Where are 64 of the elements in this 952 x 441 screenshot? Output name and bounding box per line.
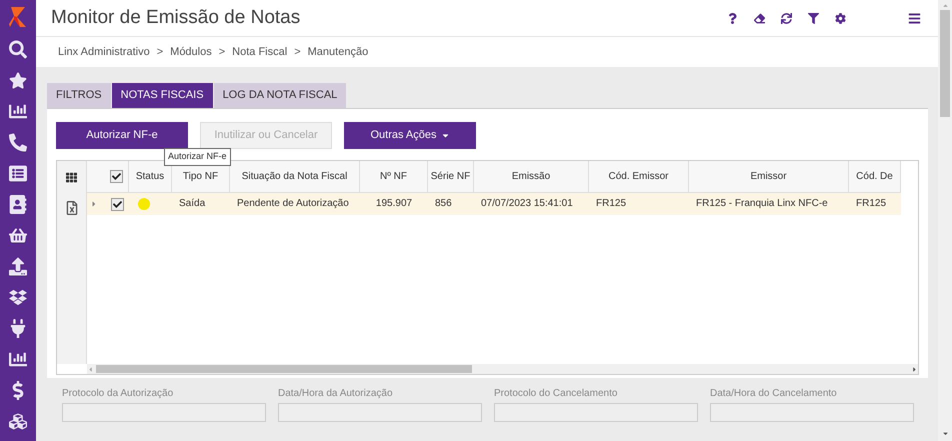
column-header[interactable]: Emissão: [474, 161, 589, 192]
scroll-down-icon[interactable]: [942, 430, 948, 437]
bar-chart-icon[interactable]: [9, 102, 27, 121]
table-cell-text: FR125 - Franquia Linx NFC-e: [695, 197, 829, 211]
column-header[interactable]: Emissor: [689, 161, 849, 192]
checkbox[interactable]: [110, 170, 123, 183]
list-icon[interactable]: [9, 164, 27, 183]
box-icon[interactable]: [9, 288, 27, 307]
column-header[interactable]: Cód. De: [849, 161, 901, 192]
upload-icon[interactable]: [9, 257, 27, 276]
tab[interactable]: FILTROS: [47, 83, 111, 108]
column-header[interactable]: Cód. Emissor: [589, 161, 689, 192]
table-cell-text: 856: [434, 197, 453, 211]
scroll-right-icon[interactable]: [911, 366, 918, 372]
breadcrumb-separator: >: [218, 44, 226, 60]
cubes-icon[interactable]: [9, 412, 27, 431]
scrollbar-thumb[interactable]: [940, 10, 950, 117]
expand-icon[interactable]: [90, 200, 98, 208]
table-cell-text: 195.907: [374, 197, 414, 211]
checkbox[interactable]: [111, 198, 124, 210]
excel-file-icon[interactable]: [66, 201, 78, 215]
page-title: Monitor de Emissão de Notas: [51, 6, 302, 30]
field-label: Protocolo da Autorização: [62, 387, 174, 401]
breadcrumb-link[interactable]: Módulos: [170, 44, 212, 60]
star-icon[interactable]: [9, 71, 27, 90]
menu-icon[interactable]: [908, 12, 921, 24]
breadcrumb-separator: >: [156, 44, 164, 60]
field-label: Data/Hora da Autorização: [278, 387, 394, 401]
breadcrumb-separator: >: [294, 44, 301, 60]
bar-chart-icon[interactable]: [9, 350, 27, 369]
contact-book-icon[interactable]: [9, 195, 27, 214]
column-header[interactable]: Série NF: [428, 161, 474, 192]
table-cell-text: Saída: [178, 197, 206, 211]
tab[interactable]: LOG DA NOTA FISCAL: [214, 83, 346, 108]
settings-icon[interactable]: [835, 12, 846, 24]
breadcrumb-link[interactable]: Nota Fiscal: [232, 44, 288, 60]
action-button[interactable]: Outras Ações: [344, 122, 476, 149]
phone-icon[interactable]: [9, 133, 27, 152]
table-cell-text: FR125: [595, 197, 628, 211]
column-header[interactable]: Situação da Nota Fiscal: [230, 161, 360, 192]
logo-icon[interactable]: [8, 6, 28, 28]
refresh-icon[interactable]: [781, 12, 792, 24]
tab[interactable]: NOTAS FISCAIS: [112, 83, 213, 108]
table-cell-text: FR125: [855, 197, 888, 211]
table-row[interactable]: Saída Pendente de Autorização 195.907 856 07/07/2023 15:41:01 FR125 FR125 - Franquia Linx NFC-e FR125: [87, 193, 901, 215]
breadcrumb-link[interactable]: Manutenção: [308, 44, 368, 60]
column-header[interactable]: Status: [129, 161, 172, 192]
plug-icon[interactable]: [9, 319, 27, 338]
table-cell-text: Pendente de Autorização: [236, 197, 350, 211]
table-cell-text: 07/07/2023 15:41:01: [480, 197, 574, 211]
basket-icon[interactable]: [9, 226, 27, 245]
search-icon[interactable]: [9, 40, 27, 59]
scrollbar-thumb[interactable]: [96, 365, 472, 373]
filter-icon[interactable]: [808, 12, 819, 24]
action-button[interactable]: Autorizar NF-e: [56, 122, 188, 149]
column-header[interactable]: Tipo NF: [172, 161, 230, 192]
breadcrumb-link[interactable]: Linx Administrativo: [58, 44, 150, 60]
help-icon[interactable]: [727, 12, 738, 24]
tooltip: Autorizar NF-e: [164, 148, 231, 166]
column-chooser-icon[interactable]: [66, 172, 77, 182]
eraser-icon[interactable]: [754, 12, 765, 24]
column-header[interactable]: Nº NF: [360, 161, 428, 192]
field-label: Data/Hora do Cancelamento: [710, 387, 838, 401]
field-label: Protocolo do Cancelamento: [494, 387, 618, 401]
